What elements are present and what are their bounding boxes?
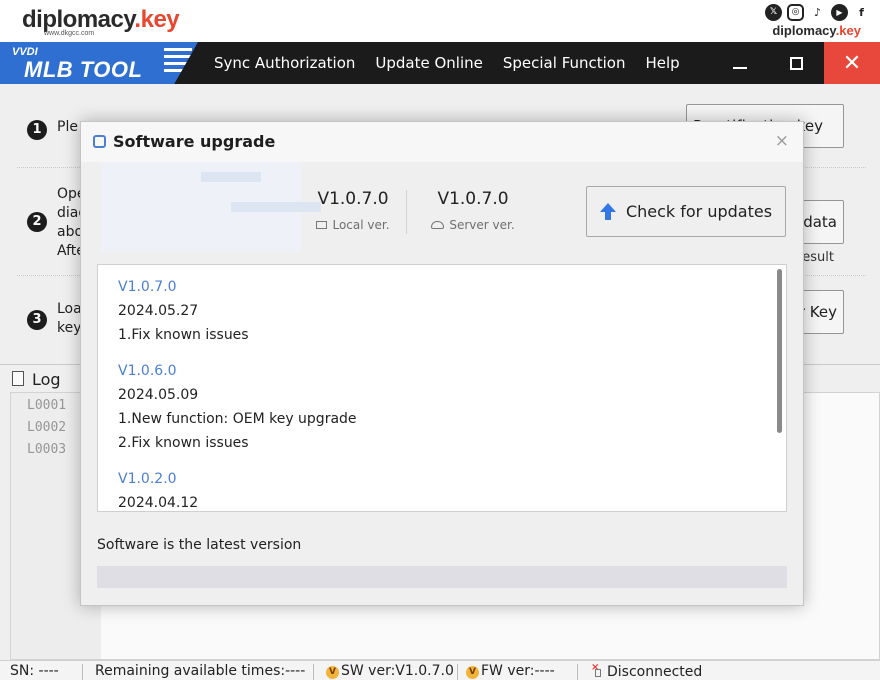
brand-logo-accent: .key bbox=[134, 6, 180, 33]
youtube-icon[interactable]: ▶ bbox=[831, 4, 848, 21]
brand-logo-right: diplomacy.key bbox=[772, 23, 861, 38]
local-version-block: V1.0.7.0 Local ver. bbox=[303, 189, 403, 232]
upgrade-icon bbox=[93, 135, 106, 148]
changelog-note: 1.Fix known issues bbox=[118, 327, 249, 343]
brand-right-main: diplomacy bbox=[772, 23, 836, 38]
brand-logo-main: diplomacy bbox=[22, 6, 135, 33]
dialog-close-button[interactable]: × bbox=[775, 131, 789, 151]
remaining-times: Remaining available times:---- bbox=[95, 663, 306, 679]
changelog-note: 2.Fix known issues bbox=[118, 435, 249, 451]
changelog-entry: V1.0.2.0 2024.04.12 bbox=[118, 467, 758, 511]
menu-special-function[interactable]: Special Function bbox=[503, 54, 626, 72]
status-divider bbox=[313, 664, 314, 680]
brand-logo-sub: www.dkgcc.com bbox=[44, 30, 95, 37]
main-menu: Sync Authorization Update Online Special… bbox=[214, 42, 680, 84]
status-divider bbox=[577, 664, 578, 680]
app-logo: VVDI MLB TOOL bbox=[0, 42, 198, 84]
upload-arrow-icon bbox=[599, 202, 616, 221]
local-version-label: Local ver. bbox=[303, 218, 403, 232]
disconnected-icon: × bbox=[591, 663, 603, 677]
fw-version: V FW ver:---- bbox=[466, 663, 555, 679]
menu-update-online[interactable]: Update Online bbox=[375, 54, 482, 72]
local-version-value: V1.0.7.0 bbox=[317, 189, 389, 209]
local-version-label-text: Local ver. bbox=[332, 218, 390, 232]
app-logo-main: MLB TOOL bbox=[24, 57, 143, 82]
close-icon: ✕ bbox=[842, 50, 862, 76]
changelog-entry: V1.0.6.0 2024.05.09 1.New function: OEM ke… bbox=[118, 359, 758, 455]
maximize-icon bbox=[789, 56, 803, 70]
serial-number: SN: ---- bbox=[10, 663, 59, 679]
minimize-button[interactable] bbox=[712, 42, 768, 84]
app-window: diplomacy.key www.dkgcc.com 𝕏 ◎ ♪ ▶ f di… bbox=[0, 0, 880, 680]
connection-status-text: Disconnected bbox=[607, 664, 703, 680]
version-divider bbox=[406, 190, 407, 234]
changelog-date: 2024.05.27 bbox=[118, 303, 199, 319]
changelog-list[interactable]: V1.0.7.0 2024.05.27 1.Fix known issues V1.0… bbox=[97, 264, 787, 512]
check-for-updates-label: Check for updates bbox=[625, 202, 773, 221]
brand-header: diplomacy.key www.dkgcc.com 𝕏 ◎ ♪ ▶ f di… bbox=[0, 0, 880, 42]
connection-status: × Disconnected bbox=[591, 663, 702, 680]
changelog-version: V1.0.6.0 bbox=[118, 363, 177, 379]
version-badge-icon: V bbox=[326, 666, 339, 679]
watermark-shape bbox=[201, 172, 261, 182]
server-version-label-text: Server ver. bbox=[449, 218, 515, 232]
sw-version-text: SW ver:V1.0.7.0 bbox=[341, 663, 454, 679]
x-icon[interactable]: 𝕏 bbox=[765, 4, 782, 21]
changelog-content: V1.0.7.0 2024.05.27 1.Fix known issues V1.0… bbox=[118, 265, 758, 511]
minimize-icon bbox=[733, 67, 747, 69]
close-button[interactable]: ✕ bbox=[824, 42, 880, 84]
server-version-label: Server ver. bbox=[423, 218, 523, 232]
menu-help[interactable]: Help bbox=[646, 54, 680, 72]
server-version-value: V1.0.7.0 bbox=[437, 189, 509, 209]
social-icons: 𝕏 ◎ ♪ ▶ f bbox=[765, 4, 870, 21]
fw-version-text: FW ver:---- bbox=[481, 663, 555, 679]
changelog-note: 1.New function: OEM key upgrade bbox=[118, 411, 357, 427]
version-badge-icon: V bbox=[466, 666, 479, 679]
tiktok-icon[interactable]: ♪ bbox=[809, 4, 826, 21]
changelog-date: 2024.05.09 bbox=[118, 387, 199, 403]
server-version-block: V1.0.7.0 Server ver. bbox=[423, 189, 523, 232]
cloud-icon bbox=[431, 221, 445, 229]
facebook-icon[interactable]: f bbox=[853, 4, 870, 21]
changelog-date: 2024.04.12 bbox=[118, 495, 199, 511]
changelog-scrollbar[interactable] bbox=[777, 269, 782, 433]
update-progress-bar bbox=[97, 566, 787, 588]
instagram-icon[interactable]: ◎ bbox=[787, 4, 804, 21]
update-status-text: Software is the latest version bbox=[97, 537, 302, 553]
sw-version: V SW ver:V1.0.7.0 bbox=[326, 663, 454, 679]
changelog-version: V1.0.2.0 bbox=[118, 471, 177, 487]
changelog-version: V1.0.7.0 bbox=[118, 279, 177, 295]
dialog-title: Software upgrade bbox=[113, 132, 276, 151]
computer-icon bbox=[316, 221, 328, 229]
logo-stripes-icon bbox=[164, 48, 192, 78]
brand-right-accent: .key bbox=[835, 23, 861, 38]
software-upgrade-dialog: Software upgrade × V1.0.7.0 Local ver. V… bbox=[80, 121, 804, 606]
status-bar: SN: ---- Remaining available times:---- … bbox=[0, 660, 880, 680]
title-bar: VVDI MLB TOOL Sync Authorization Update … bbox=[0, 42, 880, 84]
menu-sync-authorization[interactable]: Sync Authorization bbox=[214, 54, 355, 72]
maximize-button[interactable] bbox=[768, 42, 824, 84]
changelog-entry: V1.0.7.0 2024.05.27 1.Fix known issues bbox=[118, 275, 758, 347]
dialog-title-bar: Software upgrade × bbox=[81, 122, 803, 162]
status-divider bbox=[82, 664, 83, 680]
check-for-updates-button[interactable]: Check for updates bbox=[586, 186, 786, 237]
status-divider bbox=[457, 664, 458, 680]
